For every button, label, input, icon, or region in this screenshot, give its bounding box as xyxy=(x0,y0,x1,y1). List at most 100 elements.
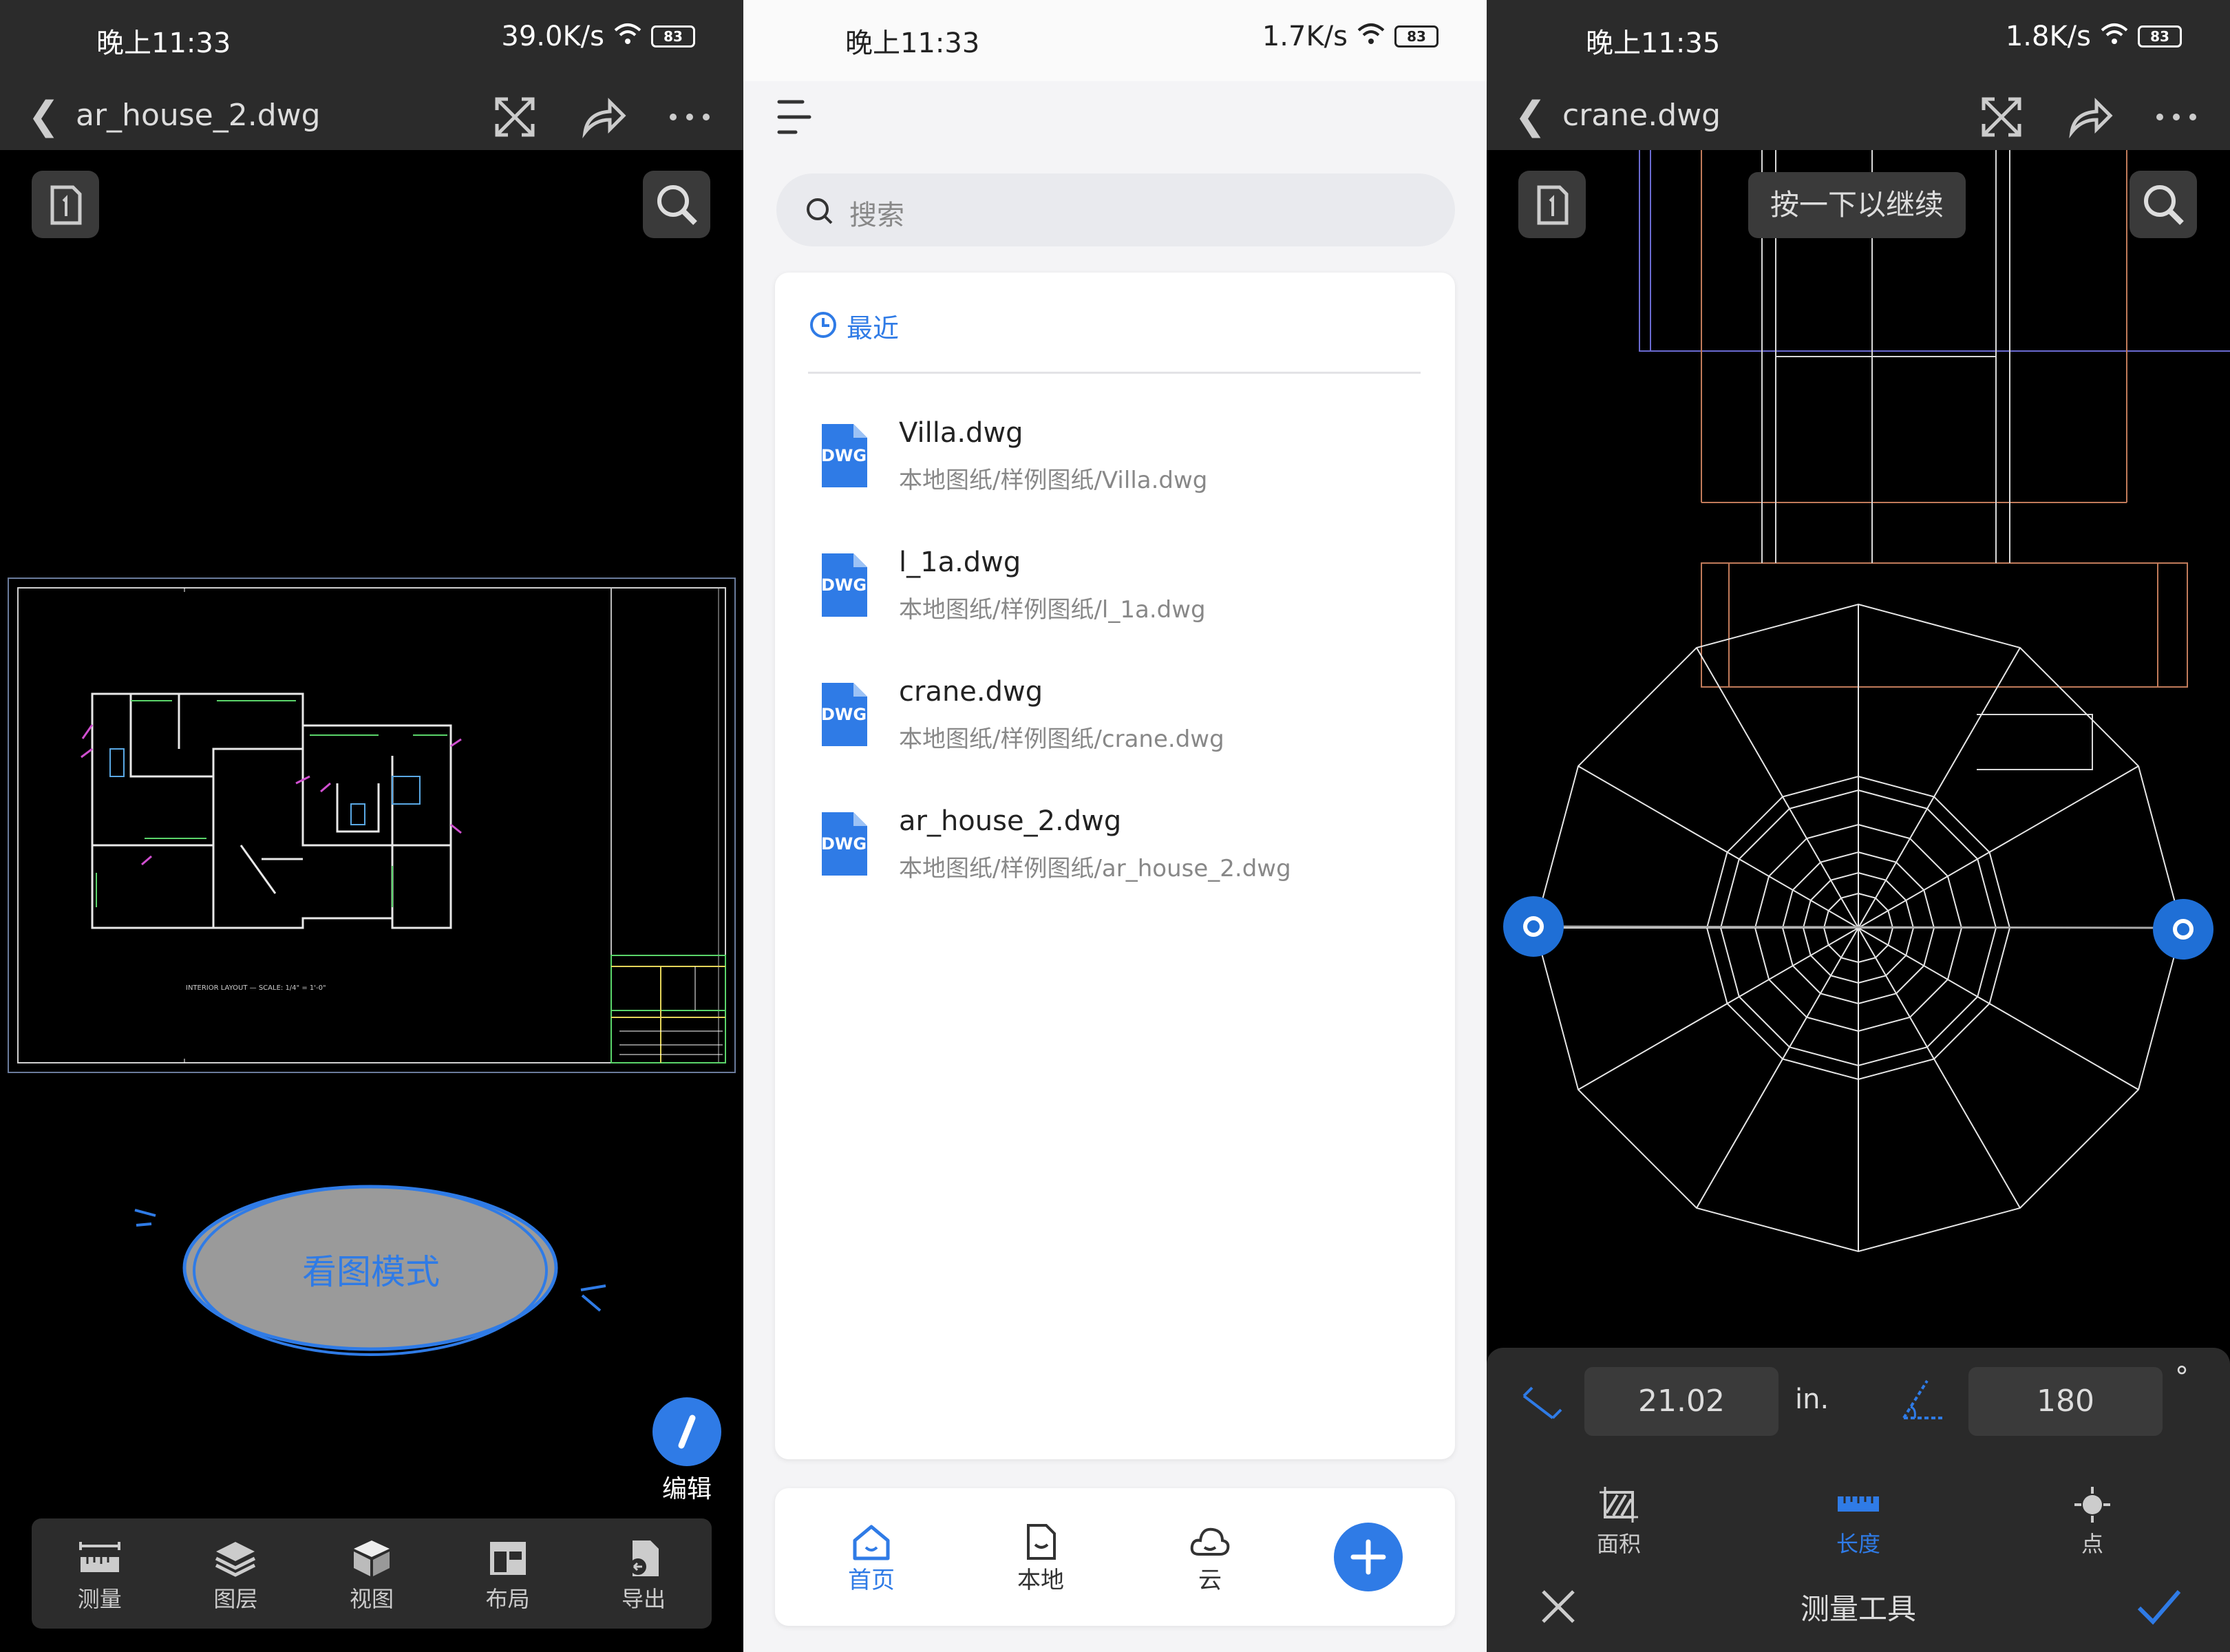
ruler-icon xyxy=(1838,1496,1879,1512)
export-tool[interactable]: 导出 xyxy=(575,1518,712,1629)
view-tool[interactable]: 视图 xyxy=(304,1518,440,1629)
file-path: 本地图纸/样例图纸/l_1a.dwg xyxy=(899,596,1206,624)
dwg-file-icon: DWG xyxy=(818,809,870,878)
area-icon xyxy=(1600,1487,1638,1523)
length-tool[interactable]: 长度 xyxy=(1810,1485,1907,1558)
measure-end-handle[interactable] xyxy=(2153,899,2213,960)
measure-panel: 21.02 in. 180 ° 面积 长度 点 测量工具 xyxy=(1487,1348,2230,1652)
wireframe-spoke xyxy=(1858,647,2021,929)
length-unit: in. xyxy=(1795,1384,1829,1415)
length-value-field[interactable]: 21.02 xyxy=(1584,1367,1778,1436)
title-bar: ❮ ar_house_2.dwg xyxy=(0,81,743,150)
wifi-icon xyxy=(2101,21,2128,52)
nav-cloud[interactable]: 云 xyxy=(1169,1523,1251,1595)
back-icon[interactable]: ❮ xyxy=(28,94,60,138)
export-icon xyxy=(630,1540,659,1576)
handle-dot-icon xyxy=(1523,916,1544,937)
cloud-icon xyxy=(1190,1527,1230,1556)
handle-dot-icon xyxy=(2173,919,2194,940)
network-speed: 1.8K/s xyxy=(2005,21,2091,52)
measure-panel-title: 测量工具 xyxy=(1800,1592,1916,1626)
back-icon[interactable]: ❮ xyxy=(1514,94,1547,138)
wireframe-spoke xyxy=(1578,927,1859,1090)
file-path: 本地图纸/样例图纸/Villa.dwg xyxy=(899,467,1208,494)
layout-tool[interactable]: 布局 xyxy=(440,1518,576,1629)
ruler-icon xyxy=(78,1542,120,1572)
layout-page-button[interactable] xyxy=(32,171,99,238)
layers-icon xyxy=(215,1542,256,1577)
file-name: Villa.dwg xyxy=(899,417,1023,449)
fullscreen-icon[interactable] xyxy=(487,89,542,145)
crane-drawing[interactable] xyxy=(1487,150,2230,1348)
file-name: l_1a.dwg xyxy=(899,547,1021,578)
status-time: 晚上11:33 xyxy=(96,28,231,59)
layers-tool[interactable]: 图层 xyxy=(168,1518,304,1629)
dwg-file-icon: DWG xyxy=(818,551,870,620)
file-name: ar_house_2.dwg xyxy=(899,805,1122,837)
home-icon xyxy=(853,1525,890,1560)
view-mode-label: 看图模式 xyxy=(302,1252,440,1292)
close-icon[interactable] xyxy=(1536,1585,1580,1629)
wireframe-spoke xyxy=(1858,927,2021,1209)
left-toolbar: 测量 图层 视图 布局 导出 xyxy=(32,1518,712,1629)
edit-button[interactable] xyxy=(652,1397,721,1466)
title-bar: ❮ crane.dwg xyxy=(1487,81,2230,150)
tap-to-continue-toast[interactable]: 按一下以继续 xyxy=(1748,172,1966,238)
right-viewer-panel: 晚上11:35 1.8K/s 83 ❮ crane.dwg 按一下以继续 21.… xyxy=(1487,0,2230,1652)
status-time: 晚上11:35 xyxy=(1586,28,1721,59)
network-speed: 1.7K/s xyxy=(1262,21,1348,52)
fullscreen-icon[interactable] xyxy=(1974,89,2029,145)
spark-left-decoration xyxy=(134,1209,156,1227)
wireframe-spoke xyxy=(1696,647,1859,929)
network-speed: 39.0K/s xyxy=(501,21,604,52)
wireframe-spoke xyxy=(1696,927,1859,1209)
clock-icon xyxy=(810,312,836,338)
status-bar: 晚上11:35 1.8K/s 83 xyxy=(1487,0,2230,81)
file-list-item[interactable]: DWG l_1a.dwg 本地图纸/样例图纸/l_1a.dwg xyxy=(775,519,1455,636)
search-button[interactable] xyxy=(643,171,710,238)
wireframe-spoke xyxy=(1858,927,2139,1090)
drawing-canvas[interactable]: INTERIOR LAYOUT — SCALE: 1/4" = 1'-0" xyxy=(7,577,736,1074)
search-button[interactable] xyxy=(2130,171,2197,238)
file-list-item[interactable]: DWG Villa.dwg 本地图纸/样例图纸/Villa.dwg xyxy=(775,390,1455,507)
cube-icon xyxy=(353,1540,390,1576)
more-icon[interactable] xyxy=(662,89,717,145)
battery-icon: 83 xyxy=(2138,25,2182,47)
left-viewer-panel: 晚上11:33 39.0K/s 83 ❮ ar_house_2.dwg INTE… xyxy=(0,0,743,1652)
measure-start-handle[interactable] xyxy=(1503,896,1564,957)
add-button[interactable] xyxy=(1334,1523,1403,1591)
point-tool[interactable]: 点 xyxy=(2044,1485,2141,1558)
file-list-item[interactable]: DWG crane.dwg 本地图纸/样例图纸/crane.dwg xyxy=(775,648,1455,765)
recent-label: 最近 xyxy=(847,313,900,343)
view-mode-bubble: 看图模式 xyxy=(180,1176,562,1362)
angle-measure-icon xyxy=(1902,1379,1944,1419)
page-icon xyxy=(50,185,82,225)
nav-home[interactable]: 首页 xyxy=(830,1523,913,1595)
wifi-icon xyxy=(614,21,641,52)
status-bar: 晚上11:33 1.7K/s 83 xyxy=(743,0,1487,81)
search-icon xyxy=(657,185,697,225)
layout-page-button[interactable] xyxy=(1518,171,1586,238)
measure-tool[interactable]: 测量 xyxy=(32,1518,168,1629)
wireframe-spoke xyxy=(1578,765,1859,929)
share-icon[interactable] xyxy=(575,89,630,145)
status-time: 晚上11:33 xyxy=(845,28,980,59)
file-name: crane.dwg xyxy=(899,676,1043,708)
file-path: 本地图纸/样例图纸/ar_house_2.dwg xyxy=(899,855,1291,882)
share-icon[interactable] xyxy=(2062,89,2117,145)
menu-icon[interactable] xyxy=(775,96,816,138)
area-tool[interactable]: 面积 xyxy=(1571,1485,1667,1558)
search-input[interactable]: 搜索 xyxy=(776,173,1455,246)
divider xyxy=(808,372,1421,374)
page-icon xyxy=(1537,185,1569,225)
more-icon[interactable] xyxy=(2149,89,2204,145)
nav-local[interactable]: 本地 xyxy=(999,1523,1082,1595)
confirm-check-icon[interactable] xyxy=(2134,1582,2183,1631)
document-icon xyxy=(1027,1524,1056,1560)
angle-value-field[interactable]: 180 xyxy=(1968,1367,2163,1436)
file-title: ar_house_2.dwg xyxy=(76,98,321,133)
file-browser-panel: 晚上11:33 1.7K/s 83 搜索 最近 DWG Villa.dwg 本地… xyxy=(743,0,1487,1652)
degree-symbol: ° xyxy=(2175,1362,2189,1393)
file-list-item[interactable]: DWG ar_house_2.dwg 本地图纸/样例图纸/ar_house_2.… xyxy=(775,778,1455,895)
status-bar: 晚上11:33 39.0K/s 83 xyxy=(0,0,743,81)
